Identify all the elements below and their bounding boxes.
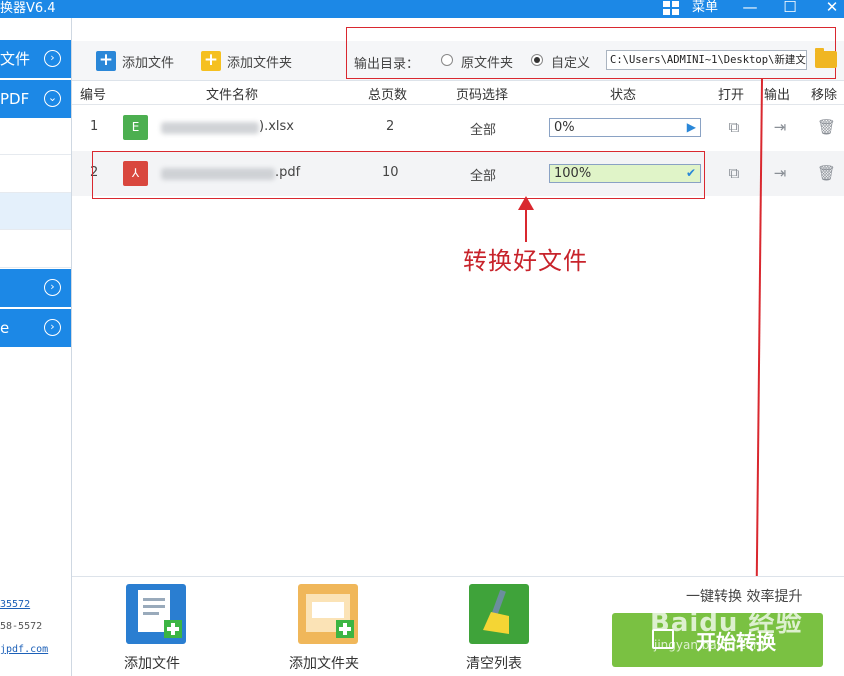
minimize-button[interactable]: — [740, 0, 760, 16]
clear-list-label[interactable]: 清空列表 [466, 653, 522, 673]
radio-original-folder[interactable] [441, 54, 453, 66]
row-progress: 0% ▶ [549, 118, 701, 137]
row-filename: ).xlsx [259, 119, 294, 134]
broom-icon[interactable] [469, 584, 529, 644]
sidebar-link-website[interactable]: jpdf.com [0, 644, 48, 655]
chevron-right-icon: › [44, 319, 61, 336]
annotation-arrow [525, 208, 527, 242]
chevron-down-icon: ⌄ [44, 90, 61, 107]
sidebar-item-1[interactable] [0, 118, 71, 155]
row-page-select[interactable]: 全部 [470, 119, 496, 138]
app-title: 换器V6.4 [0, 1, 56, 16]
col-status: 状态 [610, 88, 637, 103]
row-pages: 2 [386, 119, 395, 134]
open-icon[interactable]: ⧉ [725, 164, 743, 182]
output-path-field[interactable]: C:\Users\ADMINI~1\Desktop\新建文 [606, 50, 807, 70]
sidebar-section-3[interactable]: › [0, 269, 71, 307]
open-icon[interactable]: ⧉ [725, 118, 743, 136]
sidebar-item-selected[interactable] [0, 193, 71, 230]
sidebar-section-4[interactable]: e › [0, 309, 71, 347]
output-dir-label: 输出目录： [354, 57, 420, 72]
sidebar-item-4[interactable] [0, 231, 71, 268]
big-add-file-label[interactable]: 添加文件 [124, 653, 180, 673]
maximize-button[interactable]: ☐ [780, 0, 800, 16]
browse-folder-icon[interactable] [815, 48, 837, 68]
add-file-button[interactable]: + 添加文件 [96, 49, 174, 73]
watermark-url: jingyan.baidu.com [654, 638, 765, 652]
play-icon: ▶ [686, 120, 696, 134]
sidebar-section-pdf[interactable]: PDF ⌄ [0, 80, 71, 118]
annotation-text: 转换好文件 [463, 247, 588, 275]
sidebar: 文件 › PDF ⌄ › e › 35572 58-5572 jpdf.com [0, 18, 72, 676]
chevron-right-icon: › [44, 50, 61, 67]
big-add-file-icon[interactable] [126, 584, 186, 644]
output-icon[interactable]: ⇥ [771, 164, 789, 182]
converted-row-highlight [92, 151, 705, 199]
redacted-filename [161, 122, 259, 134]
watermark-baidu: Baidu 经验 [650, 608, 803, 638]
add-folder-icon: + [201, 51, 221, 71]
sidebar-phone: 58-5572 [0, 621, 43, 632]
table-header: 编号 文件名称 总页数 页码选择 状态 打开 输出 移除 [72, 81, 844, 105]
excel-file-icon: E [123, 115, 148, 140]
arrow-head-up-icon [518, 196, 534, 210]
radio-custom-folder[interactable] [531, 54, 543, 66]
radio-original-label[interactable]: 原文件夹 [461, 52, 513, 71]
chevron-right-icon: › [44, 279, 61, 296]
output-icon[interactable]: ⇥ [771, 118, 789, 136]
sidebar-section-file[interactable]: 文件 › [0, 40, 71, 78]
sidebar-item-2[interactable] [0, 156, 71, 193]
col-index: 编号 [80, 88, 107, 103]
menu-grid-icon[interactable] [663, 1, 679, 15]
add-folder-button[interactable]: + 添加文件夹 [201, 49, 292, 73]
trash-icon[interactable]: 🗑 [817, 118, 836, 136]
sidebar-link-qq[interactable]: 35572 [0, 599, 30, 610]
col-filename: 文件名称 [206, 88, 259, 103]
big-add-folder-label[interactable]: 添加文件夹 [289, 653, 359, 673]
col-output: 输出 [764, 88, 791, 103]
table-row[interactable]: 1 E ).xlsx 2 全部 0% ▶ ⧉ ⇥ 🗑 [72, 105, 844, 150]
title-bar: 换器V6.4 菜单 — ☐ ✕ [0, 0, 844, 18]
trash-icon[interactable]: 🗑 [817, 164, 836, 182]
col-page-select: 页码选择 [456, 88, 509, 103]
add-file-icon: + [96, 51, 116, 71]
col-open: 打开 [718, 88, 745, 103]
close-button[interactable]: ✕ [822, 0, 842, 16]
col-remove: 移除 [811, 88, 838, 103]
radio-custom-label[interactable]: 自定义 [551, 52, 590, 71]
big-add-folder-icon[interactable] [298, 584, 358, 644]
menu-button[interactable]: 菜单 [692, 0, 718, 16]
col-pages: 总页数 [368, 88, 408, 103]
row-index: 1 [90, 119, 99, 134]
